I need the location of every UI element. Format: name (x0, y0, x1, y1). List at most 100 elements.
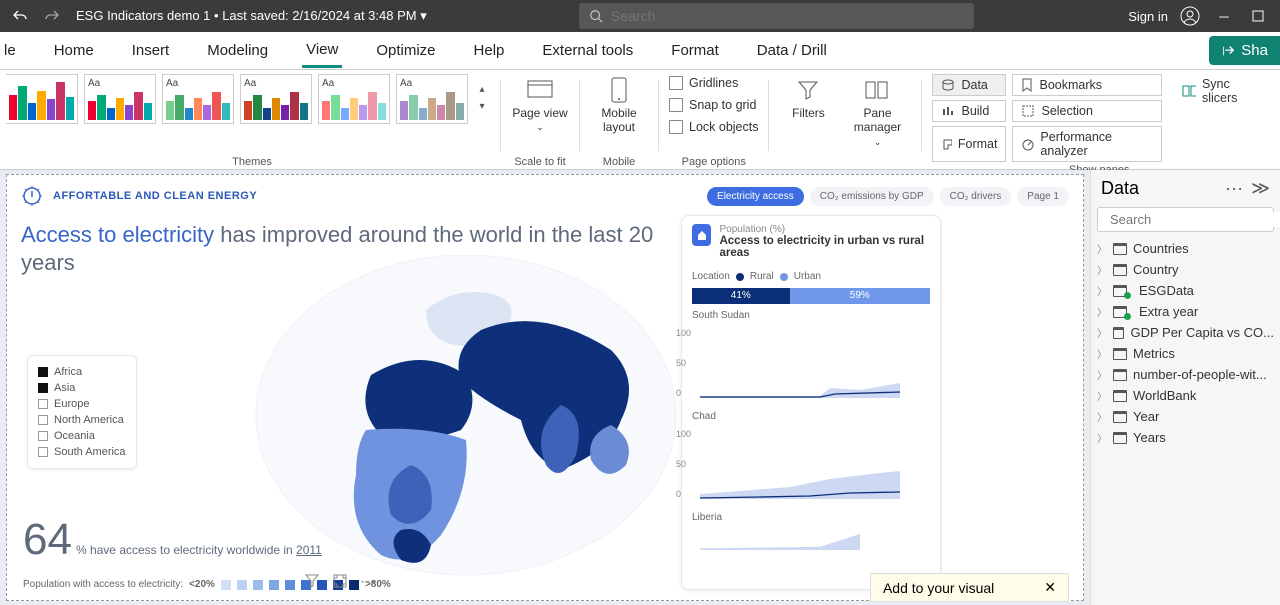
table-item[interactable]: 〉Years (1091, 427, 1280, 448)
account-icon[interactable] (1178, 4, 1202, 28)
global-search[interactable] (579, 3, 974, 29)
tab-home[interactable]: Home (50, 35, 98, 66)
report-canvas[interactable]: AFFORTABLE AND CLEAN ENERGY Electricity … (0, 170, 1090, 605)
table-item[interactable]: 〉Metrics (1091, 343, 1280, 364)
pane-build-button[interactable]: Build (932, 100, 1006, 122)
theme-thumb[interactable] (6, 74, 78, 124)
mini-chart-2: Liberia (692, 512, 930, 552)
close-icon[interactable]: ✕ (1044, 579, 1056, 596)
add-to-visual-banner[interactable]: Add to your visual ✕ (870, 573, 1069, 602)
tab-format[interactable]: Format (667, 35, 723, 66)
titlebar: ESG Indicators demo 1 • Last saved: 2/16… (0, 0, 1280, 32)
pane-perf-button[interactable]: Performance analyzer (1012, 126, 1162, 162)
page-view-icon (525, 76, 555, 104)
search-input[interactable] (611, 8, 964, 24)
kpi-stat: 64 % have access to electricity worldwid… (23, 515, 322, 565)
table-item[interactable]: 〉Countries (1091, 238, 1280, 259)
theme-dropdown-icon[interactable]: ▴▾ (474, 74, 490, 112)
tab-modeling[interactable]: Modeling (203, 35, 272, 66)
report-tabs: Electricity access CO₂ emissions by GDP … (707, 187, 1069, 206)
continent-slicer[interactable]: Africa Asia Europe North America Oceania… (27, 355, 137, 469)
table-item[interactable]: 〉ESGData (1091, 280, 1280, 301)
more-icon[interactable]: ··· (1225, 178, 1243, 199)
pane-format-button[interactable]: Format (932, 126, 1006, 162)
report-page[interactable]: AFFORTABLE AND CLEAN ENERGY Electricity … (6, 174, 1084, 601)
tab-data-drill[interactable]: Data / Drill (753, 35, 831, 66)
theme-thumb[interactable]: Aa (396, 74, 468, 124)
tab-insert[interactable]: Insert (128, 35, 174, 66)
legend-row: Location Rural Urban (692, 271, 930, 282)
visual-action-icons[interactable]: ··· (304, 573, 376, 591)
ribbon-tabs: le Home Insert Modeling View Optimize He… (0, 32, 1280, 70)
share-button[interactable]: Sha (1209, 36, 1280, 65)
tab-file[interactable]: le (0, 35, 20, 66)
pill-co2-drivers[interactable]: CO₂ drivers (940, 187, 1012, 206)
pill-electricity[interactable]: Electricity access (707, 187, 804, 206)
group-label-themes: Themes (232, 154, 272, 169)
filters-button[interactable]: Filters (779, 74, 837, 120)
gridlines-checkbox[interactable]: Gridlines (669, 74, 738, 92)
data-search-input[interactable] (1110, 212, 1280, 227)
group-label-mobile: Mobile (603, 154, 635, 169)
pane-selection-button[interactable]: Selection (1012, 100, 1162, 122)
snap-to-grid-checkbox[interactable]: Snap to grid (669, 96, 756, 114)
table-item[interactable]: 〉Country (1091, 259, 1280, 280)
share-icon (1221, 44, 1235, 58)
tab-optimize[interactable]: Optimize (372, 35, 439, 66)
theme-thumb[interactable]: Aa (162, 74, 234, 124)
selection-icon (1021, 104, 1035, 118)
page-view-button[interactable]: Page view⌄ (511, 74, 569, 133)
data-pane-title: Data (1101, 178, 1139, 199)
energy-icon (21, 185, 43, 207)
format-icon (941, 137, 951, 151)
pill-page1[interactable]: Page 1 (1017, 187, 1069, 206)
tab-help[interactable]: Help (470, 35, 509, 66)
tab-view[interactable]: View (302, 34, 342, 68)
table-item[interactable]: 〉Extra year (1091, 301, 1280, 322)
perf-icon (1021, 137, 1034, 151)
minimize-icon[interactable]: ─ (1212, 4, 1236, 28)
theme-thumb[interactable]: Aa (240, 74, 312, 124)
theme-thumb[interactable]: Aa (84, 74, 156, 124)
sync-slicers-button[interactable]: Sync slicers (1174, 74, 1266, 108)
file-title: ESG Indicators demo 1 • Last saved: 2/16… (76, 8, 427, 24)
data-icon (941, 78, 955, 92)
fields-tree[interactable]: 〉Countries〉Country〉ESGData〉Extra year〉GD… (1091, 238, 1280, 605)
table-item[interactable]: 〉number-of-people-wit... (1091, 364, 1280, 385)
mobile-layout-button[interactable]: Mobile layout (590, 74, 648, 135)
more-icon[interactable]: ··· (360, 573, 376, 591)
focus-icon[interactable] (332, 573, 348, 589)
data-search[interactable] (1097, 207, 1274, 232)
mini-chart-0: South Sudan 100500 (692, 310, 930, 405)
table-item[interactable]: 〉GDP Per Capita vs CO... (1091, 322, 1280, 343)
maximize-icon[interactable] (1246, 4, 1270, 28)
pane-data-button[interactable]: Data (932, 74, 1006, 96)
collapse-pane-icon[interactable]: ≫ (1251, 178, 1270, 199)
bookmark-icon (1021, 78, 1033, 92)
group-label-page-options: Page options (682, 154, 746, 169)
theme-thumb[interactable]: Aa (318, 74, 390, 124)
theme-gallery[interactable]: Aa Aa Aa Aa Aa ▴▾ (14, 74, 490, 124)
build-icon (941, 104, 955, 118)
search-icon (589, 9, 603, 23)
mini-chart-1: Chad 100500 (692, 411, 930, 506)
undo-icon[interactable] (8, 4, 32, 28)
table-item[interactable]: 〉WorldBank (1091, 385, 1280, 406)
tab-external-tools[interactable]: External tools (538, 35, 637, 66)
panes-icon (862, 76, 892, 104)
data-pane: Data ··· ≫ 〉Countries〉Country〉ESGData〉Ex… (1090, 170, 1280, 605)
table-item[interactable]: 〉Year (1091, 406, 1280, 427)
stacked-bar: 41% 59% (692, 288, 930, 304)
redo-icon[interactable] (40, 4, 64, 28)
urban-rural-visual[interactable]: Population (%) Access to electricity in … (681, 215, 941, 590)
sign-in-link[interactable]: Sign in (1128, 9, 1168, 24)
sync-icon (1182, 84, 1195, 98)
pane-bookmarks-button[interactable]: Bookmarks (1012, 74, 1162, 96)
pane-manager-button[interactable]: Pane manager⌄ (843, 74, 911, 148)
ribbon-body: Aa Aa Aa Aa Aa ▴▾ Themes Page view⌄ Scal… (0, 70, 1280, 170)
report-brand: AFFORTABLE AND CLEAN ENERGY (53, 190, 257, 202)
pill-co2-gdp[interactable]: CO₂ emissions by GDP (810, 187, 934, 206)
group-label-scale: Scale to fit (514, 154, 565, 169)
funnel-icon[interactable] (304, 573, 320, 589)
lock-objects-checkbox[interactable]: Lock objects (669, 118, 758, 136)
